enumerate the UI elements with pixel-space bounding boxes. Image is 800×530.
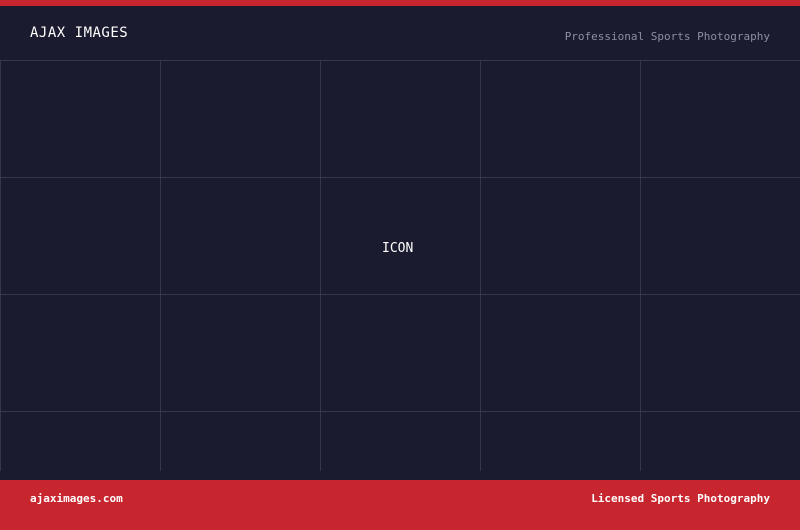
grid-line-horizontal	[0, 60, 800, 61]
grid-line-horizontal	[0, 294, 800, 295]
footer: ajaximages.com Licensed Sports Photograp…	[0, 480, 800, 530]
grid-line-vertical	[320, 60, 321, 471]
grid-line-horizontal	[0, 411, 800, 412]
icon-placeholder-label: ICON	[382, 241, 414, 256]
grid-line-vertical	[160, 60, 161, 471]
grid-canvas: ICON	[0, 60, 800, 471]
footer-domain: ajaximages.com	[30, 492, 123, 505]
page: AJAX IMAGES Professional Sports Photogra…	[0, 0, 800, 530]
footer-tagline: Licensed Sports Photography	[591, 492, 770, 505]
header-tagline: Professional Sports Photography	[564, 30, 770, 43]
grid-line-vertical	[0, 60, 1, 471]
grid-line-vertical	[480, 60, 481, 471]
grid-line-horizontal	[0, 177, 800, 178]
header: AJAX IMAGES Professional Sports Photogra…	[0, 6, 800, 60]
grid-line-vertical	[640, 60, 641, 471]
brand-title: AJAX IMAGES	[30, 25, 129, 41]
